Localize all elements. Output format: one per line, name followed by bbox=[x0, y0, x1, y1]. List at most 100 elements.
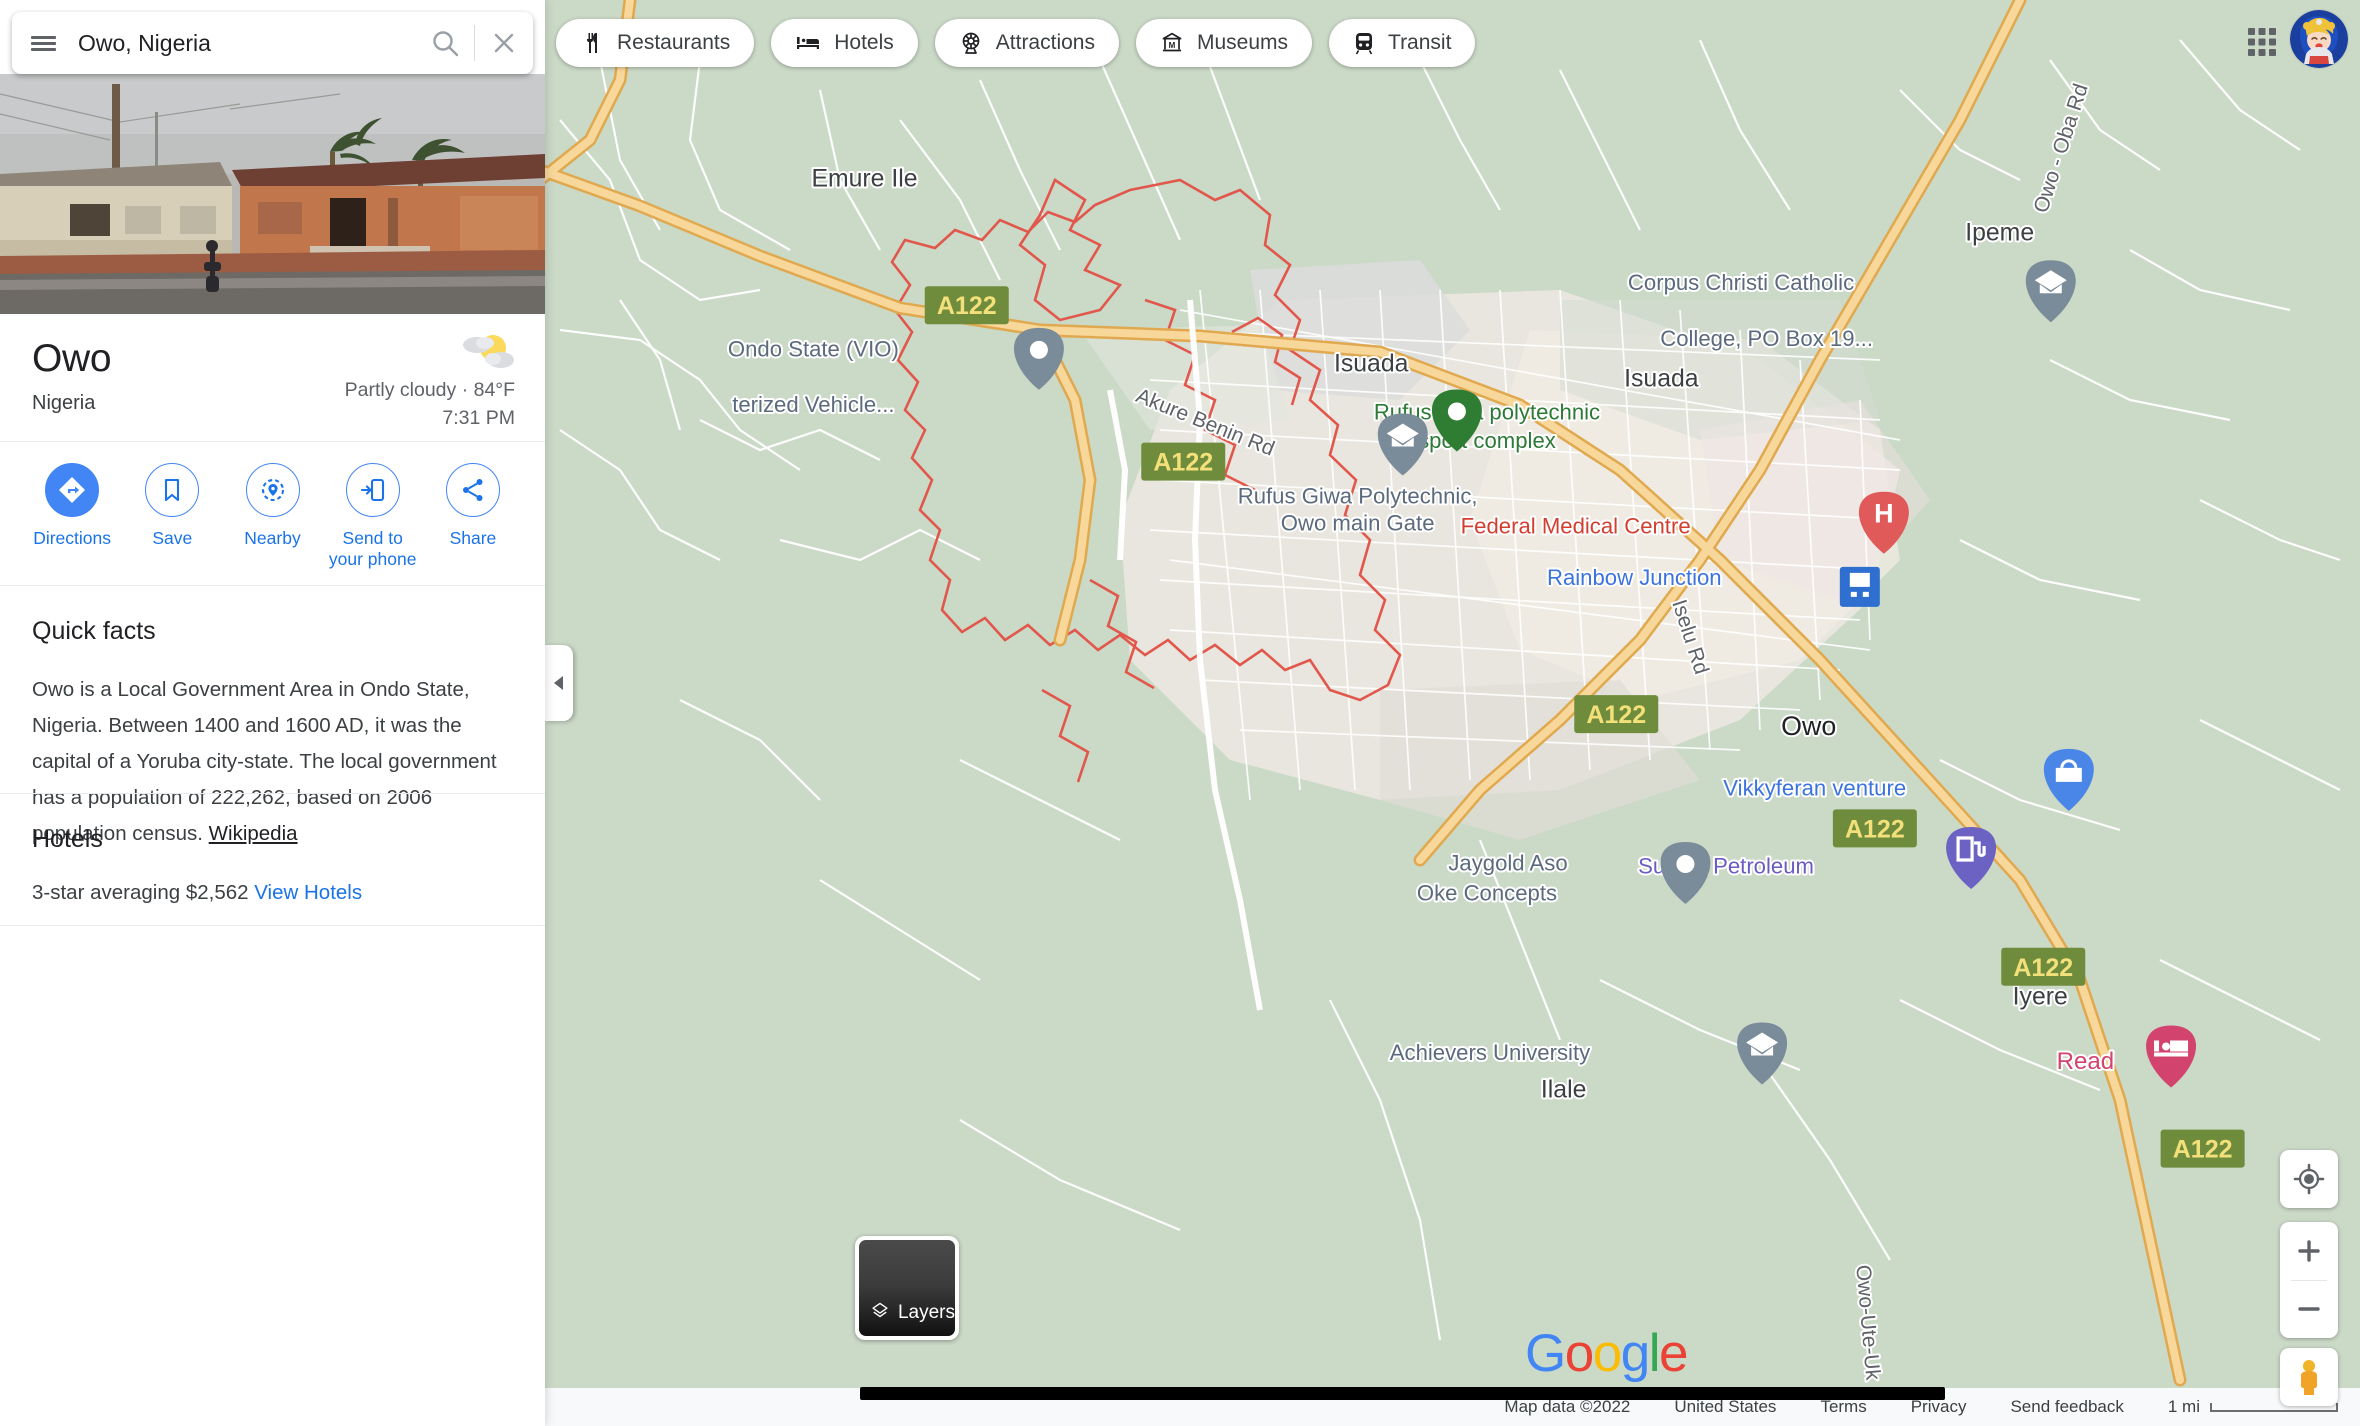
map-poi-label: sport complex bbox=[1418, 428, 1556, 453]
map-poi-label: College, PO Box 19... bbox=[1660, 326, 1873, 351]
highway-shield: A122 bbox=[1141, 442, 1226, 481]
share-button[interactable]: Share bbox=[423, 441, 523, 585]
search-icon bbox=[433, 31, 459, 57]
search-input[interactable] bbox=[74, 29, 416, 57]
highway-shield: A122 bbox=[2001, 947, 2086, 986]
map-poi-label: Rainbow Junction bbox=[1547, 565, 1722, 590]
svg-text:A122: A122 bbox=[2013, 954, 2073, 982]
weather-conditions: Partly cloudy · 84°F bbox=[344, 379, 515, 401]
terms-link[interactable]: Terms bbox=[1820, 1397, 1866, 1417]
clear-search-button[interactable] bbox=[475, 12, 533, 74]
send-feedback-link[interactable]: Send feedback bbox=[2010, 1397, 2123, 1417]
chip-label: Attractions bbox=[995, 31, 1095, 54]
rainbow-junction-marker[interactable] bbox=[1839, 566, 1880, 607]
directions-button[interactable]: Directions bbox=[22, 441, 122, 585]
my-location-button[interactable] bbox=[2280, 1150, 2338, 1208]
map-city-label: Ipeme bbox=[1965, 220, 2034, 247]
svg-text:A122: A122 bbox=[1845, 815, 1905, 843]
chip-label: Transit bbox=[1388, 31, 1452, 54]
hotels-summary-row: 3-star averaging $2,562 View Hotels bbox=[32, 881, 513, 905]
collapse-panel-arrow-icon bbox=[554, 676, 563, 690]
svg-text:A122: A122 bbox=[937, 292, 997, 320]
chip-restaurants[interactable]: Restaurants bbox=[556, 19, 755, 67]
street-view-pegman-button[interactable] bbox=[2280, 1348, 2338, 1406]
map-poi-label: Jaygold Aso bbox=[1448, 851, 1567, 876]
ferris-wheel-icon bbox=[962, 32, 980, 54]
chip-attractions[interactable]: Attractions bbox=[934, 19, 1119, 67]
zoom-out-button[interactable] bbox=[2280, 1281, 2338, 1338]
action-label: Save bbox=[152, 528, 193, 548]
museum-icon: M bbox=[1162, 32, 1182, 52]
send-to-phone-icon bbox=[345, 463, 400, 517]
close-icon bbox=[494, 33, 514, 53]
zoom-out-icon bbox=[2298, 1307, 2320, 1311]
chip-label: Restaurants bbox=[617, 31, 731, 54]
transit-train-icon bbox=[1355, 33, 1373, 55]
weather-summary: Partly cloudy · 84°F 7:31 PM bbox=[345, 332, 515, 432]
hotels-section: Hotels 3-star averaging $2,562 View Hote… bbox=[0, 793, 545, 905]
directions-icon bbox=[45, 463, 100, 517]
zoom-in-button[interactable] bbox=[2280, 1223, 2338, 1280]
map-city-label: Ilale bbox=[1541, 1077, 1587, 1104]
nearby-search-icon bbox=[245, 463, 300, 517]
apps-grid-icon[interactable] bbox=[2240, 20, 2284, 64]
save-button[interactable]: Save bbox=[122, 441, 222, 585]
chip-museums[interactable]: M Museums bbox=[1135, 19, 1313, 67]
zoom-controls bbox=[2280, 1222, 2338, 1338]
chip-transit[interactable]: Transit bbox=[1329, 19, 1476, 67]
search-bar bbox=[12, 12, 533, 74]
bookmark-icon bbox=[145, 463, 200, 517]
map-poi-label: terized Vehicle... bbox=[732, 392, 894, 417]
nearby-button[interactable]: Nearby bbox=[222, 441, 322, 585]
map-poi-label: Oke Concepts bbox=[1417, 881, 1557, 906]
chip-label: Museums bbox=[1196, 31, 1289, 54]
action-label: Directions bbox=[33, 528, 111, 548]
my-location-icon bbox=[2293, 1163, 2325, 1195]
action-label: Share bbox=[449, 528, 497, 548]
map-city-label: Owo bbox=[1781, 711, 1836, 741]
place-details-panel: Owo Nigeria Partly cloudy · 84°F 7:31 PM bbox=[0, 0, 545, 1426]
search-button[interactable] bbox=[416, 12, 474, 74]
layers-icon bbox=[872, 1302, 888, 1318]
action-label: Send to your phone bbox=[328, 528, 417, 569]
map-poi-label: Corpus Christi Catholic bbox=[1628, 270, 1854, 295]
restaurant-icon bbox=[587, 33, 597, 53]
hotels-heading: Hotels bbox=[32, 825, 103, 853]
map-city-label: Isuada bbox=[1334, 350, 1409, 377]
account-avatar[interactable] bbox=[2290, 10, 2348, 68]
highway-shield: A122 bbox=[1832, 809, 1917, 848]
loading-progress-bar bbox=[860, 1387, 1945, 1400]
highway-shield: A122 bbox=[2160, 1129, 2245, 1168]
svg-text:A122: A122 bbox=[2173, 1136, 2233, 1164]
zoom-in-icon bbox=[2298, 1240, 2320, 1262]
highway-shield: A122 bbox=[924, 286, 1009, 325]
layers-button[interactable]: Layers bbox=[855, 1236, 959, 1340]
svg-text:A122: A122 bbox=[1153, 449, 1213, 477]
chip-hotels[interactable]: Hotels bbox=[771, 19, 918, 67]
scale-label: 1 mi bbox=[2167, 1397, 2200, 1416]
region-link[interactable]: United States bbox=[1674, 1397, 1776, 1417]
category-chip-row: Restaurants Hotels Attractions M Museums… bbox=[556, 19, 1476, 67]
divider bbox=[0, 925, 545, 926]
hamburger-menu-icon[interactable] bbox=[12, 12, 74, 74]
share-icon bbox=[445, 463, 500, 517]
svg-text:M: M bbox=[1169, 41, 1176, 50]
partly-cloudy-icon bbox=[345, 332, 515, 372]
map-poi-label: Rufus Giwa Polytechnic, bbox=[1238, 484, 1478, 509]
action-label: Nearby bbox=[244, 528, 301, 548]
place-hero-photo[interactable] bbox=[0, 74, 545, 314]
view-hotels-link[interactable]: View Hotels bbox=[254, 881, 362, 904]
svg-text:H: H bbox=[1874, 499, 1894, 529]
map-poi-label: Read bbox=[2057, 1048, 2115, 1075]
hotel-bed-icon bbox=[797, 37, 820, 49]
map-poi-label: Achievers University bbox=[1390, 1040, 1591, 1065]
collapse-panel-button[interactable] bbox=[545, 645, 573, 721]
send-to-phone-button[interactable]: Send to your phone bbox=[323, 441, 423, 585]
google-maps-app: Emure IleIsuadaIsuadaIpemeIpemeOwoIyereI… bbox=[0, 0, 2360, 1426]
hotels-summary: 3-star averaging $2,562 bbox=[32, 881, 249, 904]
street-view-pegman-icon bbox=[2301, 1360, 2317, 1395]
map-city-label: Isuada bbox=[1624, 365, 1699, 392]
map-data-copyright: Map data ©2022 bbox=[1504, 1397, 1631, 1416]
place-header: Owo Nigeria Partly cloudy · 84°F 7:31 PM bbox=[0, 314, 545, 429]
privacy-link[interactable]: Privacy bbox=[1911, 1397, 1967, 1417]
